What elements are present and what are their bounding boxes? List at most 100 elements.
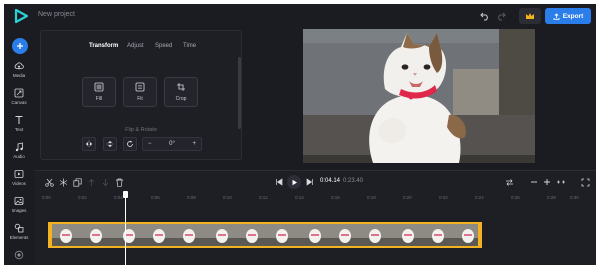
sidebar-item-label: Images <box>11 208 27 213</box>
play-icon <box>292 179 297 185</box>
skip-back-icon[interactable] <box>274 177 284 187</box>
crop-icon <box>177 83 185 91</box>
sidebar-item-media[interactable]: Media <box>4 61 34 83</box>
clip-frame <box>329 224 360 246</box>
duplicate-icon[interactable] <box>72 177 82 187</box>
sidebar-item-videos[interactable]: Videos <box>4 169 34 191</box>
total-time: 0:23.40 <box>343 178 364 184</box>
fill-label: Fill <box>95 96 103 102</box>
zoom-in-icon[interactable] <box>542 177 552 187</box>
sidebar-item-audio[interactable]: Audio <box>4 142 34 164</box>
flip-vertical-icon <box>106 140 114 148</box>
flip-vertical-button[interactable] <box>103 137 117 151</box>
rotate-button[interactable] <box>123 137 137 151</box>
rotation-decrease-icon[interactable]: − <box>148 141 152 147</box>
playhead-handle[interactable] <box>123 191 128 198</box>
clip-frame <box>422 224 453 246</box>
rotate-icon <box>127 140 133 147</box>
transform-panel: Transform Adjust Speed Time Fill Fit Cro… <box>40 30 242 160</box>
export-label: Export <box>562 12 584 20</box>
play-button[interactable] <box>287 175 301 189</box>
split-scissors-icon[interactable] <box>44 177 54 187</box>
ruler-tick: 0:14 <box>295 195 304 200</box>
video-clip-icon <box>14 170 24 178</box>
crown-icon <box>526 13 534 19</box>
record-icon <box>14 250 24 260</box>
freeze-frame-icon[interactable] <box>58 177 68 187</box>
cat-video-frame <box>303 29 535 163</box>
sidebar-item-label: Audio <box>13 154 25 159</box>
text-icon <box>15 116 23 124</box>
playhead-line[interactable] <box>125 195 126 265</box>
sidebar-item-label: Text <box>14 127 24 132</box>
add-media-button[interactable] <box>12 38 28 54</box>
rotation-value[interactable]: 0° <box>169 141 175 147</box>
undo-icon[interactable] <box>478 9 492 23</box>
ruler-tick: 0:22 <box>439 195 448 200</box>
fit-label: Fit <box>137 96 143 102</box>
fit-icon <box>135 82 145 92</box>
video-clip-track[interactable] <box>48 222 482 248</box>
clip-trim-handle-right[interactable] <box>478 222 482 248</box>
tab-time[interactable]: Time <box>183 43 196 49</box>
ruler-tick: 0:26 <box>511 195 520 200</box>
tab-speed[interactable]: Speed <box>155 43 172 49</box>
sidebar-item-images[interactable]: Images <box>4 196 34 218</box>
app-logo-icon[interactable] <box>13 8 29 24</box>
ruler-tick: 0:28 <box>547 195 556 200</box>
sidebar-item-canvas[interactable]: Canvas <box>4 88 34 110</box>
timeline-ruler[interactable]: 0:00 0:02 0:04 0:06 0:08 0:10 0:12 0:14 … <box>34 193 596 203</box>
clip-frame <box>205 224 236 246</box>
sidebar-item-label: Elements <box>9 235 29 240</box>
ruler-tick: 0:12 <box>259 195 268 200</box>
tab-transform[interactable]: Transform <box>89 43 118 49</box>
clip-frame <box>143 224 174 246</box>
clip-frame <box>360 224 391 246</box>
sidebar-item-label: Media <box>12 73 26 78</box>
shapes-icon <box>14 223 24 233</box>
sidebar-item-text[interactable]: Text <box>4 115 34 137</box>
ruler-tick: 0:24 <box>475 195 484 200</box>
export-button[interactable]: Export <box>545 8 591 24</box>
ruler-tick: 0:20 <box>403 195 412 200</box>
tab-adjust[interactable]: Adjust <box>127 43 144 49</box>
clip-trim-handle-left[interactable] <box>48 222 52 248</box>
ruler-tick: 0:04 <box>114 195 123 200</box>
fill-icon <box>94 82 104 92</box>
ruler-tick: 0:16 <box>331 195 340 200</box>
flip-horizontal-button[interactable] <box>82 137 96 151</box>
timeline: 0:04.14 0:23.40 0:00 0:02 0:04 0:06 0:08… <box>34 170 596 265</box>
rotation-stepper[interactable]: − 0° + <box>142 137 202 151</box>
ruler-tick: 0:10 <box>223 195 232 200</box>
skip-forward-icon[interactable] <box>305 177 315 187</box>
sidebar-item-elements[interactable]: Elements <box>4 223 34 245</box>
clip-frame <box>174 224 205 246</box>
move-up-icon[interactable] <box>86 177 96 187</box>
music-note-icon <box>15 142 23 152</box>
sidebar: Media Canvas Text Audio Videos Images El… <box>4 28 34 265</box>
upload-icon <box>553 12 560 20</box>
crop-button[interactable]: Crop <box>164 77 198 107</box>
ruler-tick: 0:18 <box>367 195 376 200</box>
video-editor-app: New project Export Media Canvas Text Aud… <box>4 4 596 265</box>
ruler-tick: 0:06 <box>151 195 160 200</box>
move-down-icon[interactable] <box>100 177 110 187</box>
clip-frame <box>236 224 267 246</box>
fill-button[interactable]: Fill <box>82 77 116 107</box>
zoom-fit-icon[interactable] <box>556 177 566 187</box>
premium-crown-button[interactable] <box>519 8 541 24</box>
clip-frame <box>298 224 329 246</box>
fullscreen-icon[interactable] <box>580 177 590 187</box>
panel-scrollbar[interactable] <box>238 57 241 129</box>
ruler-tick: 0:02 <box>78 195 87 200</box>
project-title[interactable]: New project <box>38 11 75 18</box>
zoom-out-icon[interactable] <box>529 177 539 187</box>
snap-icon[interactable] <box>504 177 514 187</box>
video-preview[interactable] <box>303 29 535 163</box>
redo-icon[interactable] <box>494 9 508 23</box>
fit-button[interactable]: Fit <box>123 77 157 107</box>
delete-trash-icon[interactable] <box>114 177 124 187</box>
sidebar-item-more[interactable] <box>4 250 34 265</box>
rotation-increase-icon[interactable]: + <box>192 141 196 147</box>
ruler-tick: 0:30 <box>570 195 579 200</box>
